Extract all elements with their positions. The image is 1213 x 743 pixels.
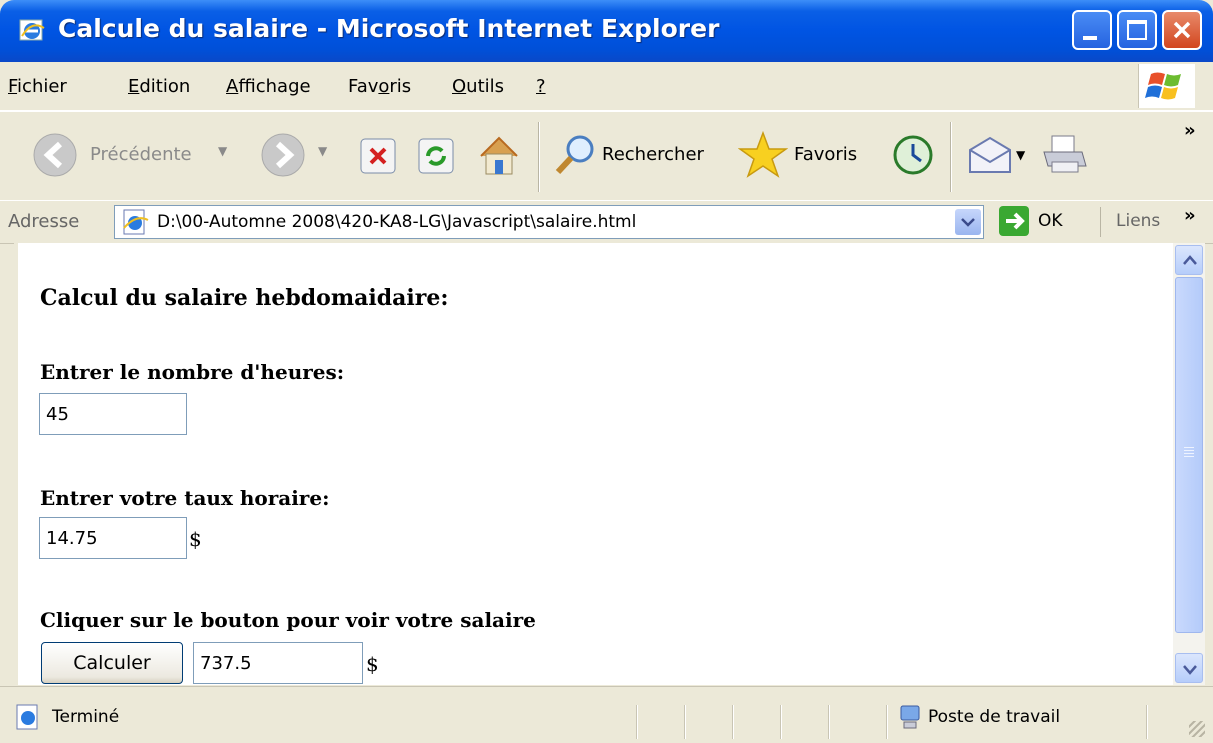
maximize-button[interactable] (1117, 10, 1157, 50)
windows-flag-icon (1145, 72, 1181, 100)
address-label: Adresse (8, 211, 80, 232)
back-label: Précédente (90, 144, 192, 165)
salary-currency: $ (366, 652, 379, 676)
search-icon (555, 135, 594, 175)
star-icon (738, 130, 788, 178)
title-bar[interactable]: Calcule du salaire - Microsoft Internet … (0, 0, 1213, 62)
grip-icon (1184, 450, 1194, 451)
chevron-down-icon (1183, 665, 1197, 675)
hours-label: Entrer le nombre d'heures: (40, 360, 345, 384)
chevron-down-icon (961, 218, 975, 227)
status-divider (732, 705, 733, 739)
back-arrow-icon (33, 133, 77, 177)
favorites-label: Favoris (794, 144, 858, 165)
browser-window: Calcule du salaire - Microsoft Internet … (0, 0, 1213, 743)
links-overflow-icon[interactable]: » (1184, 205, 1196, 226)
address-bar: Adresse D:\00-Automne 2008\420-KA8-LG\Ja… (0, 200, 1213, 244)
rate-currency: $ (189, 527, 202, 551)
instruction-label: Cliquer sur le bouton pour voir votre sa… (40, 608, 536, 632)
address-url: D:\00-Automne 2008\420-KA8-LG\Javascript… (157, 212, 637, 232)
address-input[interactable]: D:\00-Automne 2008\420-KA8-LG\Javascript… (114, 205, 984, 239)
rate-input[interactable] (39, 517, 187, 559)
menu-favoris[interactable]: Favoris (348, 76, 411, 97)
go-button[interactable]: OK (998, 205, 1078, 239)
menu-bar: Fichier Edition Affichage Favoris Outils… (0, 62, 1213, 111)
close-button[interactable] (1162, 10, 1202, 50)
status-divider (1146, 705, 1147, 739)
toolbar-overflow-icon[interactable]: » (1184, 120, 1196, 141)
home-icon[interactable] (476, 132, 522, 178)
chevron-up-icon (1183, 255, 1197, 265)
toolbar: Précédente ▼ ▼ Rechercher Favoris ▼ » (0, 111, 1213, 201)
menu-fichier[interactable]: Fichier (8, 76, 67, 97)
scroll-thumb[interactable] (1175, 277, 1203, 633)
status-divider (828, 705, 829, 739)
search-button[interactable]: Rechercher (552, 130, 724, 182)
mail-icon[interactable] (966, 132, 1014, 178)
search-label: Rechercher (602, 144, 704, 165)
windows-logo (1138, 64, 1195, 108)
menu-affichage[interactable]: Affichage (226, 76, 311, 97)
status-bar: Terminé Poste de travail (0, 686, 1213, 743)
minimize-button[interactable] (1072, 10, 1112, 50)
security-zone: Poste de travail (928, 707, 1061, 727)
resize-grip-icon[interactable] (1189, 721, 1205, 737)
status-divider (684, 705, 685, 739)
toolbar-separator (950, 122, 951, 192)
stop-icon[interactable] (358, 136, 398, 176)
back-dropdown-icon[interactable]: ▼ (218, 144, 227, 158)
salary-output[interactable] (193, 642, 363, 684)
status-divider (636, 705, 637, 739)
favorites-button[interactable]: Favoris (738, 128, 878, 182)
address-separator (1100, 207, 1101, 237)
menu-outils[interactable]: Outils (452, 76, 504, 97)
mail-dropdown-icon[interactable]: ▼ (1016, 148, 1025, 162)
rate-label: Entrer votre taux horaire: (40, 486, 330, 510)
toolbar-separator (538, 122, 539, 192)
scroll-up-button[interactable] (1175, 245, 1203, 275)
history-icon[interactable] (890, 132, 936, 178)
go-arrow-icon (999, 206, 1029, 236)
address-dropdown-button[interactable] (955, 209, 981, 235)
page-icon (123, 209, 149, 235)
calculate-button[interactable]: Calculer (41, 642, 183, 684)
go-label: OK (1038, 211, 1063, 231)
status-divider (780, 705, 781, 739)
hours-input[interactable] (39, 393, 187, 435)
back-button[interactable]: Précédente ▼ (30, 128, 240, 182)
close-icon (1173, 21, 1191, 39)
my-computer-icon (900, 705, 920, 729)
page-heading: Calcul du salaire hebdomaidaire: (40, 285, 449, 311)
menu-help[interactable]: ? (536, 76, 546, 97)
forward-arrow-icon[interactable] (258, 130, 308, 180)
print-icon[interactable] (1040, 132, 1088, 178)
window-title: Calcule du salaire - Microsoft Internet … (58, 14, 720, 43)
page-done-icon (16, 704, 38, 730)
forward-dropdown-icon[interactable]: ▼ (318, 144, 327, 158)
menu-edition[interactable]: Edition (128, 76, 190, 97)
refresh-icon[interactable] (416, 136, 456, 176)
status-divider (886, 705, 887, 739)
links-label[interactable]: Liens (1116, 211, 1160, 231)
status-text: Terminé (52, 707, 120, 727)
scroll-down-button[interactable] (1175, 653, 1203, 683)
vertical-scrollbar[interactable] (1173, 243, 1205, 685)
ie-icon (19, 19, 45, 41)
